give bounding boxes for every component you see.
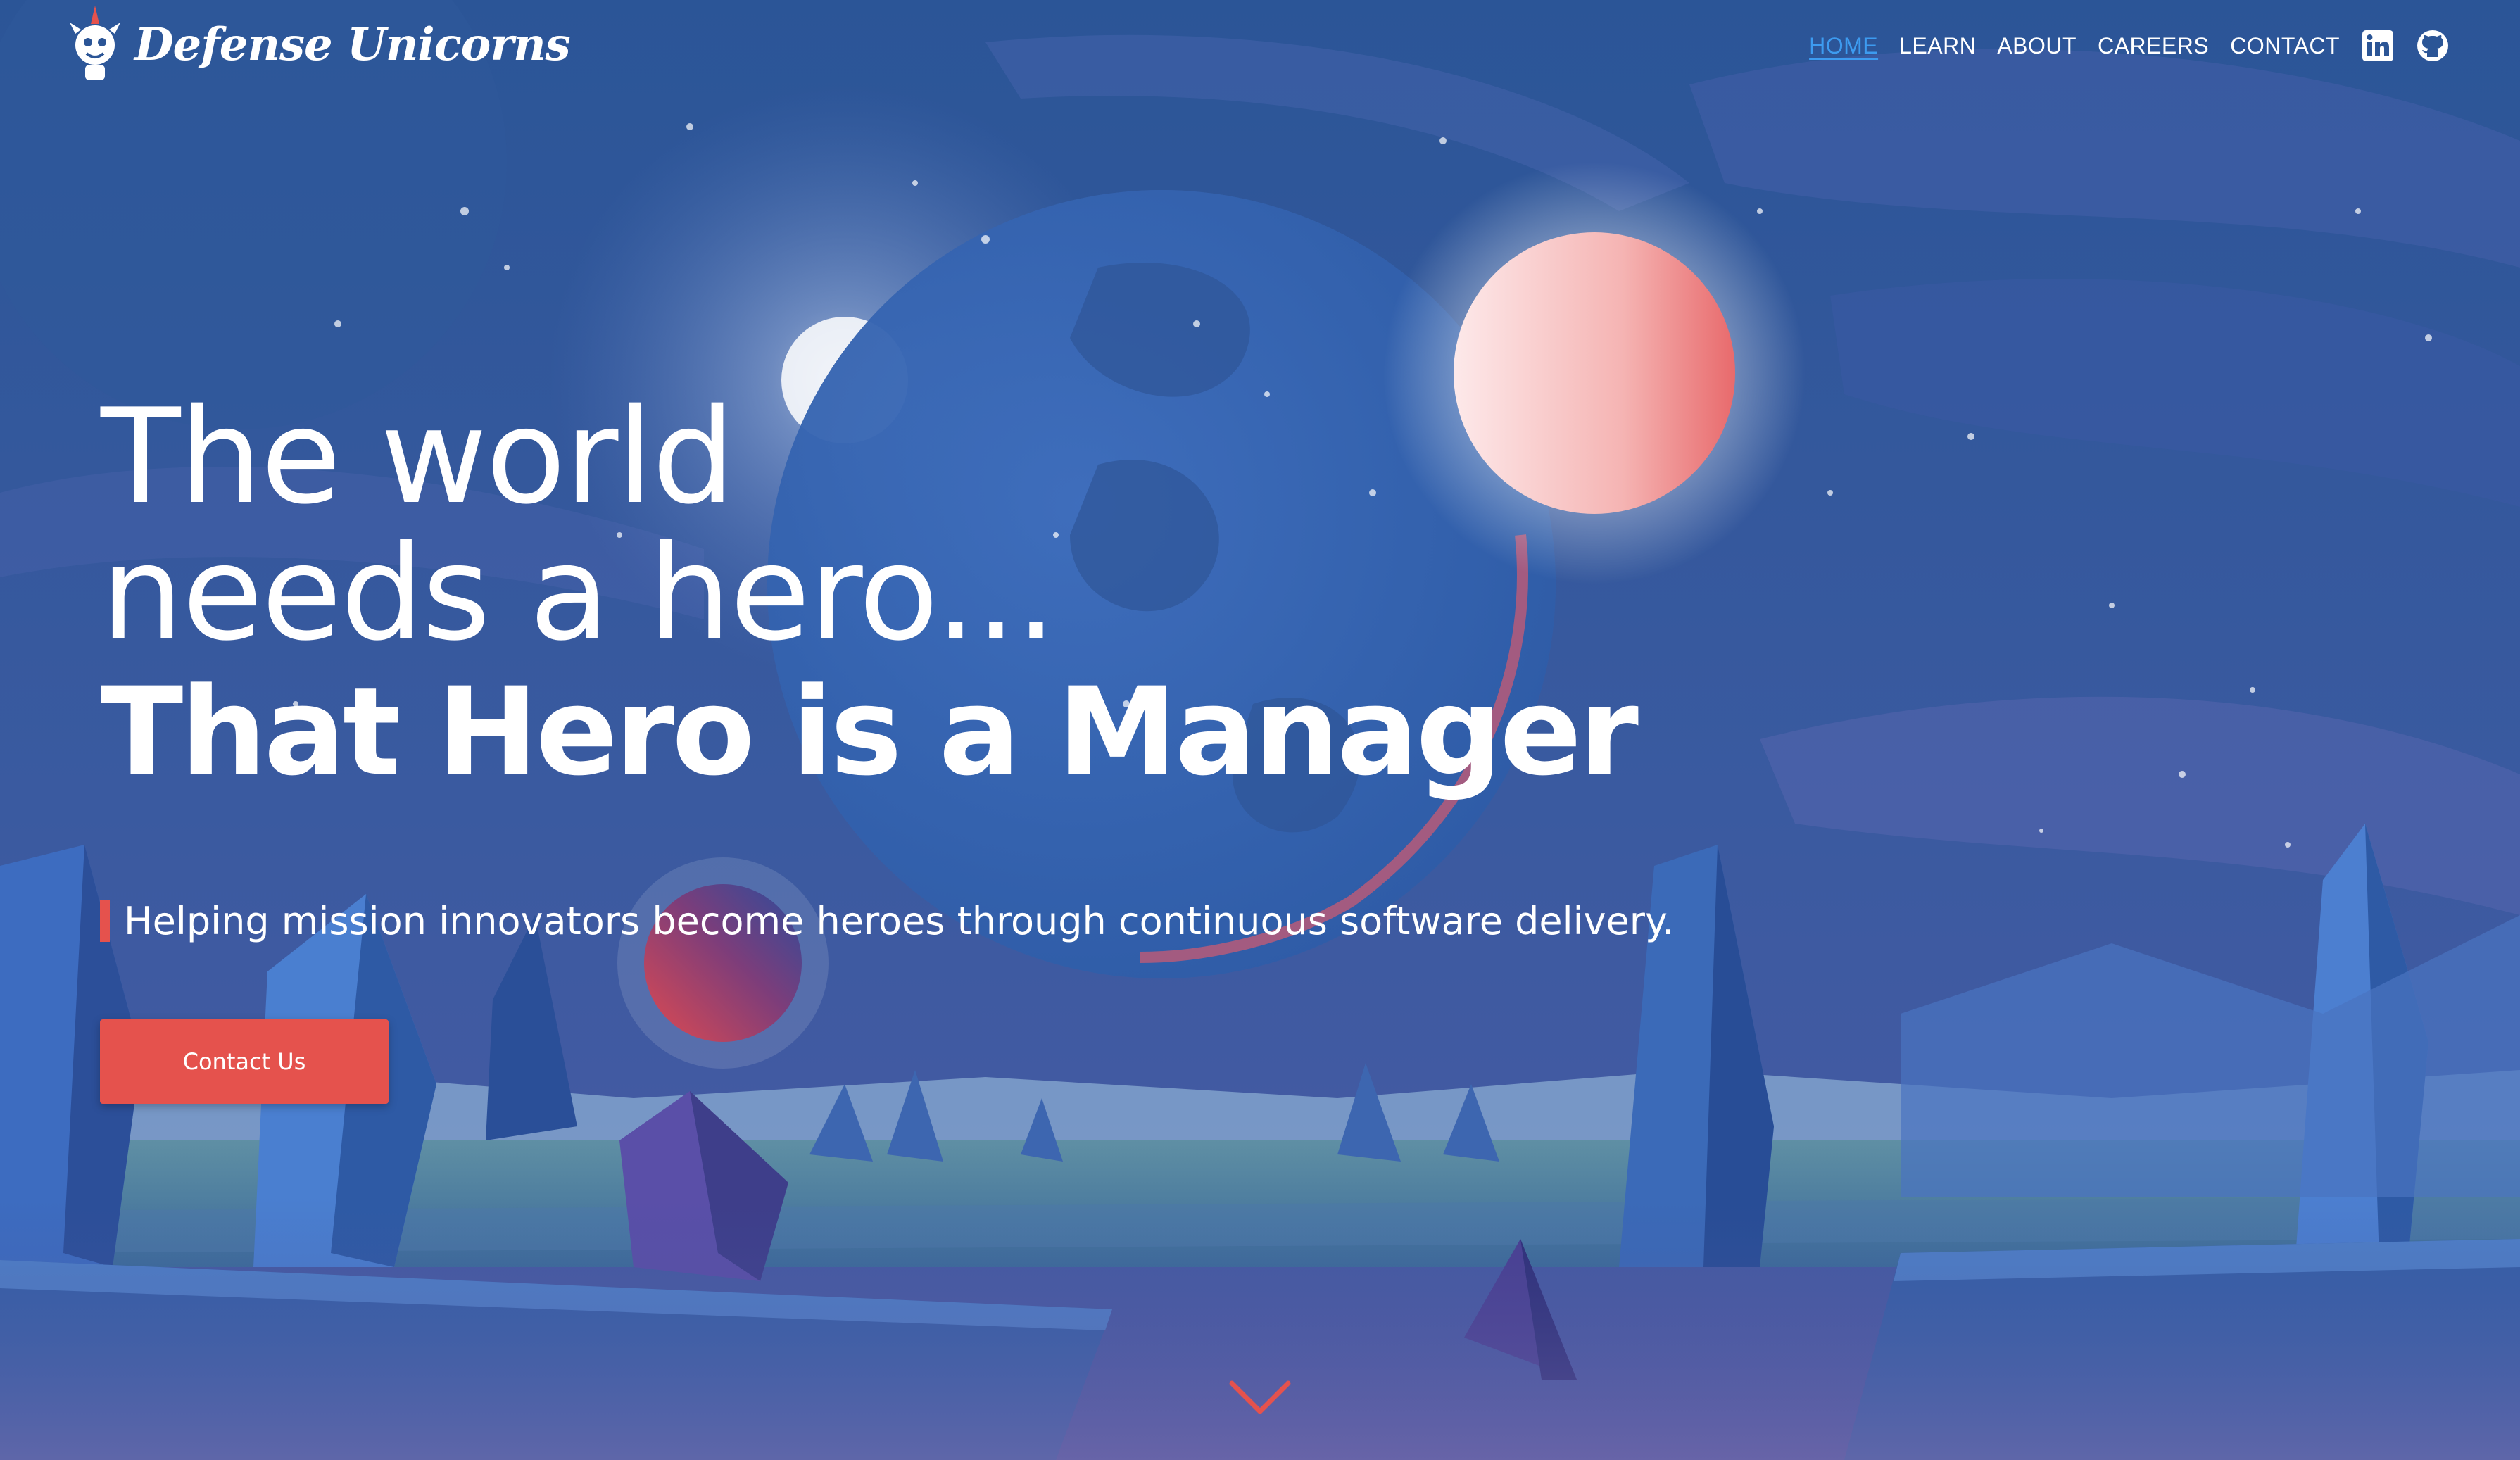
hero-tagline: Helping mission innovators become heroes… (100, 898, 1674, 943)
nav-learn[interactable]: LEARN (1899, 33, 1976, 59)
hero-headline: The world needs a hero... That Hero is a… (101, 389, 1931, 803)
brand-name: Defense Unicorns (134, 18, 571, 71)
headline-line-1: The world (101, 380, 735, 533)
nav-contact[interactable]: CONTACT (2230, 33, 2340, 59)
github-icon[interactable] (2416, 29, 2450, 63)
contact-us-button[interactable]: Contact Us (100, 1019, 389, 1104)
headline-line-3: That Hero is a Manager (101, 661, 1639, 803)
tagline-accent-bar (100, 900, 110, 942)
brand-logo[interactable]: Defense Unicorns (67, 6, 571, 83)
nav-home[interactable]: HOME (1809, 33, 1878, 59)
nav-careers[interactable]: CAREERS (2098, 33, 2209, 59)
chevron-down-icon[interactable] (1225, 1376, 1295, 1418)
headline-line-2: needs a hero... (101, 517, 1057, 669)
tagline-text: Helping mission innovators become heroes… (124, 898, 1675, 943)
nav-about[interactable]: ABOUT (1997, 33, 2077, 59)
main-nav: HOME LEARN ABOUT CAREERS CONTACT (1809, 21, 2450, 70)
unicorn-mascot-icon (70, 6, 120, 80)
linkedin-icon[interactable] (2361, 29, 2395, 63)
